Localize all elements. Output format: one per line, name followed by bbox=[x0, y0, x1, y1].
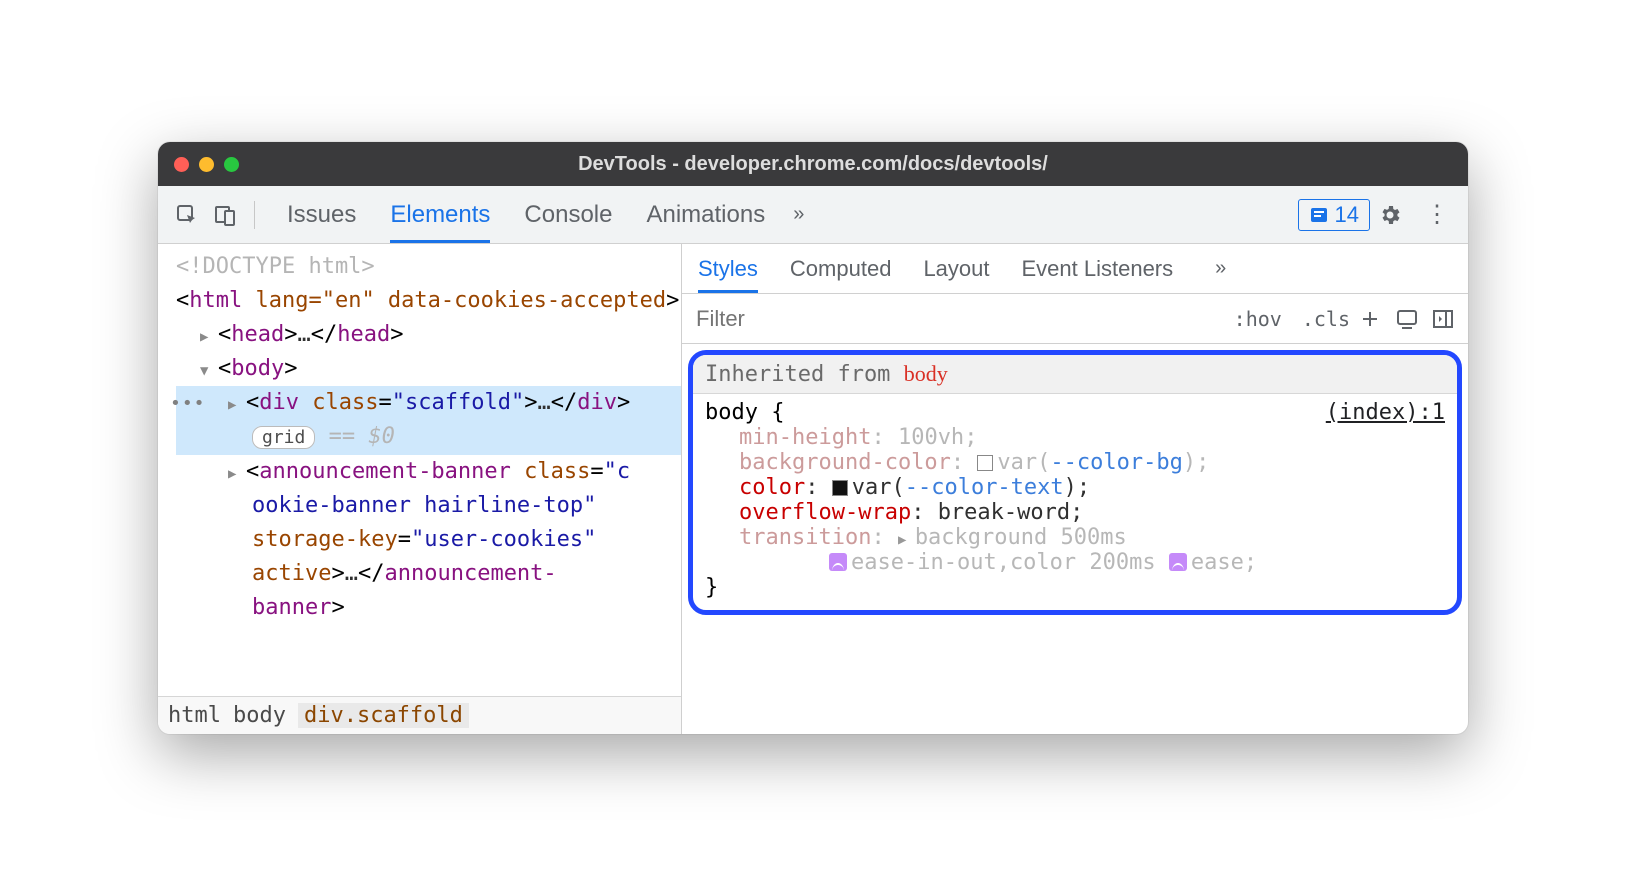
announcement-node[interactable]: ▶<announcement-banner class="c bbox=[176, 455, 681, 489]
inherited-rule-highlight: Inherited from body body { (index):1 min… bbox=[688, 350, 1462, 615]
inspect-element-icon[interactable] bbox=[172, 200, 202, 230]
inherited-from[interactable]: body bbox=[904, 361, 948, 386]
selector[interactable]: body { bbox=[705, 400, 784, 425]
breadcrumb: html body div.scaffold bbox=[158, 696, 681, 734]
subtab-event-listeners[interactable]: Event Listeners bbox=[1022, 245, 1174, 293]
easing-icon[interactable] bbox=[1169, 553, 1187, 571]
breadcrumb-html[interactable]: html bbox=[168, 703, 221, 728]
prop-transition[interactable]: transition: ▶ background 500ms bbox=[739, 525, 1445, 550]
overflow-icon[interactable]: ••• bbox=[170, 390, 206, 418]
styles-subtabs: Styles Computed Layout Event Listeners » bbox=[682, 244, 1468, 294]
more-subtabs-icon[interactable]: » bbox=[1215, 257, 1226, 280]
close-window-icon[interactable] bbox=[174, 157, 189, 172]
prop-transition-cont: ease-in-out,color 200ms ease; bbox=[739, 550, 1445, 575]
html-node[interactable]: <html lang="en" data-cookies-accepted> bbox=[176, 284, 681, 318]
issues-badge[interactable]: 14 bbox=[1298, 199, 1370, 231]
announcement-wrap1: ookie-banner hairline-top" bbox=[176, 489, 681, 523]
filter-row: :hov .cls bbox=[682, 294, 1468, 344]
tab-elements[interactable]: Elements bbox=[390, 187, 490, 243]
head-node[interactable]: ▶<head>…</head> bbox=[176, 318, 681, 352]
scaffold-node[interactable]: •••▶<div class="scaffold">…</div> bbox=[176, 386, 681, 420]
prop-overflow-wrap[interactable]: overflow-wrap: break-word; bbox=[739, 500, 1445, 525]
rule-close: } bbox=[705, 575, 1445, 600]
prop-min-height[interactable]: min-height: 100vh; bbox=[739, 425, 1445, 450]
window-controls bbox=[174, 157, 239, 172]
titlebar: DevTools - developer.chrome.com/docs/dev… bbox=[158, 142, 1468, 186]
maximize-window-icon[interactable] bbox=[224, 157, 239, 172]
cls-toggle[interactable]: .cls bbox=[1292, 307, 1360, 331]
dom-panel: <!DOCTYPE html> <html lang="en" data-coo… bbox=[158, 244, 682, 734]
inherited-header: Inherited from body bbox=[693, 355, 1457, 394]
styles-panel: Styles Computed Layout Event Listeners »… bbox=[682, 244, 1468, 734]
tab-console[interactable]: Console bbox=[524, 187, 612, 243]
announcement-close: banner> bbox=[176, 591, 681, 625]
color-swatch-icon[interactable] bbox=[977, 455, 993, 471]
toggle-sidebar-icon[interactable] bbox=[1432, 309, 1468, 329]
css-rule[interactable]: body { (index):1 min-height: 100vh; back… bbox=[693, 394, 1457, 610]
announcement-wrap3: active>…</announcement- bbox=[176, 557, 681, 591]
issues-icon bbox=[1309, 205, 1329, 225]
prop-background-color[interactable]: background-color: var(--color-bg); bbox=[739, 450, 1445, 475]
prop-color[interactable]: color: var(--color-text); bbox=[739, 475, 1445, 500]
main-toolbar: Issues Elements Console Animations » 14 … bbox=[158, 186, 1468, 244]
hov-toggle[interactable]: :hov bbox=[1224, 307, 1292, 331]
subtab-styles[interactable]: Styles bbox=[698, 245, 758, 293]
subtab-layout[interactable]: Layout bbox=[923, 245, 989, 293]
device-toolbar-icon[interactable] bbox=[210, 200, 240, 230]
main-tabs: Issues Elements Console Animations bbox=[287, 187, 765, 243]
body-node[interactable]: ▼<body> bbox=[176, 352, 681, 386]
scaffold-badge-row: grid == $0 bbox=[176, 420, 681, 454]
grid-badge[interactable]: grid bbox=[252, 426, 315, 449]
window-title: DevTools - developer.chrome.com/docs/dev… bbox=[158, 153, 1468, 176]
subtab-computed[interactable]: Computed bbox=[790, 245, 892, 293]
separator bbox=[254, 201, 255, 229]
tab-animations[interactable]: Animations bbox=[646, 187, 765, 243]
rule-source[interactable]: (index):1 bbox=[1326, 400, 1445, 425]
computed-styles-icon[interactable] bbox=[1396, 309, 1432, 329]
easing-icon[interactable] bbox=[829, 553, 847, 571]
tab-issues[interactable]: Issues bbox=[287, 187, 356, 243]
minimize-window-icon[interactable] bbox=[199, 157, 214, 172]
more-menu-icon[interactable]: ⋮ bbox=[1420, 200, 1454, 229]
filter-input[interactable] bbox=[682, 294, 1224, 343]
more-tabs-icon[interactable]: » bbox=[793, 203, 804, 226]
new-rule-icon[interactable] bbox=[1360, 309, 1396, 329]
issues-count: 14 bbox=[1335, 202, 1359, 228]
dom-tree[interactable]: <!DOCTYPE html> <html lang="en" data-coo… bbox=[158, 244, 681, 696]
settings-icon[interactable] bbox=[1378, 203, 1412, 227]
color-swatch-icon[interactable] bbox=[832, 480, 848, 496]
announcement-wrap2: storage-key="user-cookies" bbox=[176, 523, 681, 557]
devtools-window: DevTools - developer.chrome.com/docs/dev… bbox=[158, 142, 1468, 734]
breadcrumb-body[interactable]: body bbox=[233, 703, 286, 728]
breadcrumb-current[interactable]: div.scaffold bbox=[298, 703, 469, 728]
doctype-node[interactable]: <!DOCTYPE html> bbox=[176, 250, 681, 284]
